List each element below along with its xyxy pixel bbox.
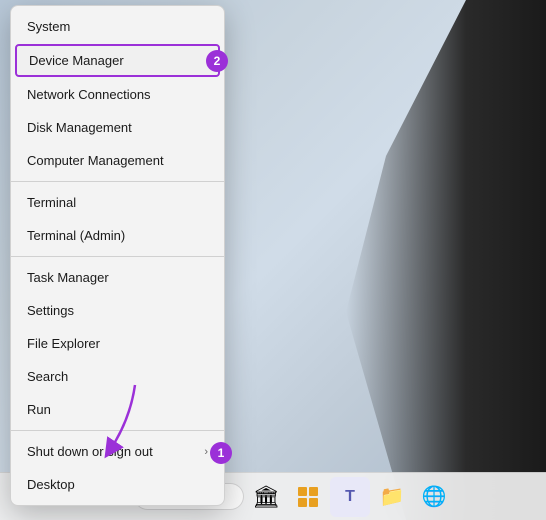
submenu-arrow-icon: ›: [204, 446, 208, 458]
arrow-annotation: [80, 380, 170, 465]
desktop: System Device Manager 2 Network Connecti…: [0, 0, 546, 520]
menu-item-disk-management[interactable]: Disk Management: [11, 111, 224, 144]
taskbar-file-explorer-icon[interactable]: 📁: [372, 477, 412, 517]
menu-item-network-connections[interactable]: Network Connections: [11, 78, 224, 111]
menu-item-terminal-admin[interactable]: Terminal (Admin): [11, 219, 224, 252]
menu-item-task-manager[interactable]: Task Manager: [11, 261, 224, 294]
taskbar-teams-icon[interactable]: T: [330, 477, 370, 517]
separator-2: [11, 256, 224, 257]
menu-item-settings[interactable]: Settings: [11, 294, 224, 327]
badge-2: 2: [206, 50, 228, 72]
menu-item-terminal[interactable]: Terminal: [11, 186, 224, 219]
taskbar-files-icon[interactable]: [288, 477, 328, 517]
menu-item-system[interactable]: System: [11, 10, 224, 43]
taskbar-edge-icon[interactable]: 🌐: [414, 477, 454, 517]
menu-item-device-manager[interactable]: Device Manager 2: [15, 44, 220, 77]
menu-item-desktop[interactable]: Desktop: [11, 468, 224, 501]
files-grid-icon: [297, 486, 319, 508]
menu-item-file-explorer[interactable]: File Explorer: [11, 327, 224, 360]
taskbar-widgets-icon[interactable]: 🏛: [246, 477, 286, 517]
menu-item-computer-management[interactable]: Computer Management: [11, 144, 224, 177]
separator-1: [11, 181, 224, 182]
